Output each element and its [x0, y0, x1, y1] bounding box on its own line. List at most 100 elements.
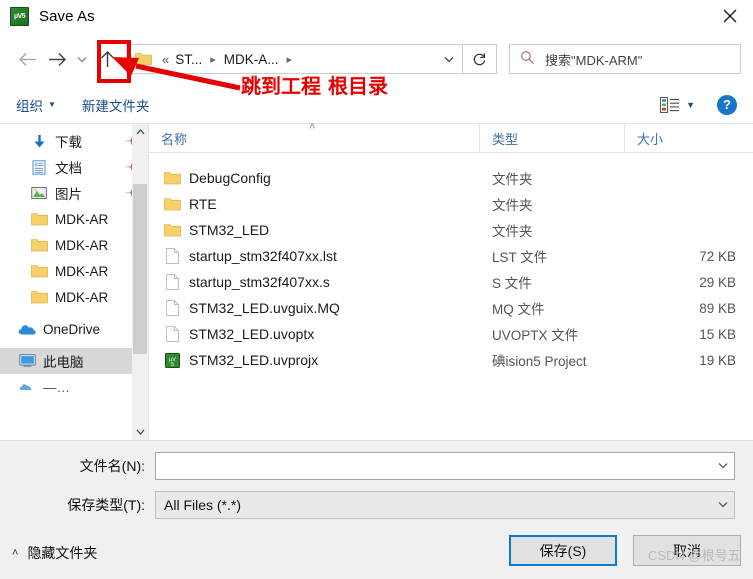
- pictures-icon: [30, 186, 48, 200]
- scrollbar-thumb[interactable]: [133, 184, 147, 354]
- hide-folders-label: 隐藏文件夹: [27, 545, 98, 561]
- table-row[interactable]: DebugConfig 文件夹: [149, 165, 753, 191]
- view-options-button[interactable]: ▼: [686, 100, 695, 110]
- close-button[interactable]: [707, 0, 753, 32]
- sidebar-item-label: MDK-AR: [55, 263, 109, 279]
- up-button[interactable]: [92, 43, 122, 75]
- this-pc-icon: [18, 354, 36, 368]
- file-name: STM32_LED: [189, 222, 270, 238]
- column-header-size-label: 大小: [637, 131, 664, 147]
- file-name-cell: STM32_LED: [149, 222, 480, 238]
- arrow-right-icon: [48, 52, 66, 66]
- help-icon: ?: [723, 97, 731, 112]
- file-type: MQ 文件: [492, 302, 545, 317]
- network-icon: [18, 381, 36, 393]
- new-folder-label: 新建文件夹: [81, 98, 150, 114]
- sidebar-item-mdk-arm-4[interactable]: MDK-AR: [0, 284, 148, 310]
- sidebar-item-mdk-arm-1[interactable]: MDK-AR: [0, 206, 148, 232]
- help-button[interactable]: ?: [717, 94, 737, 115]
- folder-icon: [163, 223, 181, 237]
- file-type: UVOPTX 文件: [492, 328, 579, 343]
- file-icon: [163, 248, 181, 264]
- search-icon: [520, 50, 535, 68]
- table-row[interactable]: RTE 文件夹: [149, 191, 753, 217]
- table-row[interactable]: µV 5 STM32_LED.uvprojx 碘ision5 Project 1…: [149, 347, 753, 373]
- file-list-rows: DebugConfig 文件夹 RTE 文件夹 STM32_LED 文件夹 st…: [149, 153, 753, 440]
- forward-button[interactable]: [42, 43, 72, 75]
- sidebar-item-label: OneDrive: [43, 321, 101, 337]
- filetype-select[interactable]: All Files (*.*): [155, 491, 735, 519]
- table-row[interactable]: startup_stm32f407xx.lst LST 文件 72 KB: [149, 243, 753, 269]
- column-header-type[interactable]: 类型: [480, 124, 625, 152]
- navigation-pane-scrollbar[interactable]: [132, 124, 148, 440]
- dialog-footer: 文件名(N): 保存类型(T): All Files (*.*) ˄ 隐藏文件夹…: [0, 440, 753, 579]
- chevron-down-icon: [444, 56, 454, 62]
- filetype-row: 保存类型(T): All Files (*.*): [0, 491, 753, 519]
- refresh-button[interactable]: [463, 44, 497, 74]
- folder-icon: [30, 290, 48, 304]
- search-box[interactable]: 搜索"MDK-ARM": [509, 44, 741, 74]
- address-bar[interactable]: « ST... ▸ MDK-A... ▸: [126, 44, 463, 74]
- folder-icon: [30, 212, 48, 226]
- sidebar-item-mdk-arm-2[interactable]: MDK-AR: [0, 232, 148, 258]
- breadcrumb-separator-icon[interactable]: ▸: [204, 53, 222, 66]
- column-header-name-label: 名称: [161, 131, 188, 147]
- scroll-down-button[interactable]: [132, 424, 148, 440]
- new-folder-button[interactable]: 新建文件夹: [82, 95, 150, 115]
- file-list-header: 名称 ˄ 类型 大小: [149, 121, 753, 153]
- file-size: 15 KB: [699, 326, 736, 342]
- sidebar-item-label: 图片: [55, 187, 82, 202]
- refresh-icon: [473, 52, 486, 65]
- file-name-cell: µV 5 STM32_LED.uvprojx: [149, 352, 480, 368]
- table-row[interactable]: STM32_LED.uvguix.MQ MQ 文件 89 KB: [149, 295, 753, 321]
- table-row[interactable]: startup_stm32f407xx.s S 文件 29 KB: [149, 269, 753, 295]
- arrow-left-icon: [18, 52, 36, 66]
- search-input[interactable]: 搜索"MDK-ARM": [545, 50, 642, 69]
- sidebar-item-onedrive[interactable]: OneDrive: [0, 316, 148, 342]
- file-type: 碘ision5 Project: [492, 354, 587, 369]
- chevron-down-icon: [77, 56, 87, 62]
- table-row[interactable]: STM32_LED.uvoptx UVOPTX 文件 15 KB: [149, 321, 753, 347]
- sidebar-item-label: MDK-AR: [55, 289, 109, 305]
- filename-input[interactable]: [155, 452, 735, 480]
- filename-row: 文件名(N):: [0, 452, 753, 480]
- dialog-buttons: 保存(S) 取消: [509, 535, 741, 566]
- file-name: startup_stm32f407xx.lst: [189, 248, 337, 264]
- filetype-label: 保存类型(T):: [67, 497, 145, 513]
- breadcrumb-overflow[interactable]: «: [158, 52, 173, 67]
- sidebar-item-documents[interactable]: 文档 📌: [0, 154, 148, 180]
- file-type: LST 文件: [492, 250, 548, 265]
- breadcrumb-item-0[interactable]: ST...: [173, 52, 204, 67]
- scroll-up-button[interactable]: [132, 124, 148, 140]
- back-button[interactable]: [12, 43, 42, 75]
- save-button[interactable]: 保存(S): [509, 535, 617, 566]
- filename-dropdown-button[interactable]: [712, 461, 734, 472]
- sidebar-item-downloads[interactable]: 下载 📌: [0, 128, 148, 154]
- organize-button[interactable]: 组织 ▼: [16, 95, 56, 115]
- filetype-dropdown-button[interactable]: [712, 500, 734, 511]
- recent-locations-button[interactable]: [72, 43, 92, 75]
- sidebar-item-partial[interactable]: —…: [0, 374, 148, 400]
- close-icon: [723, 9, 737, 23]
- column-header-size[interactable]: 大小: [625, 124, 753, 152]
- file-icon: [163, 300, 181, 316]
- sidebar-item-mdk-arm-3[interactable]: MDK-AR: [0, 258, 148, 284]
- breadcrumb-item-1[interactable]: MDK-A...: [222, 52, 281, 67]
- file-name-cell: STM32_LED.uvoptx: [149, 326, 480, 342]
- file-list-pane: 名称 ˄ 类型 大小 DebugConfig 文件夹 RTE 文件夹 STM32…: [149, 121, 753, 440]
- sidebar-item-pictures[interactable]: 图片 📌: [0, 180, 148, 206]
- cancel-button[interactable]: 取消: [633, 535, 741, 566]
- breadcrumb-separator-icon[interactable]: ▸: [281, 53, 299, 66]
- file-name: startup_stm32f407xx.s: [189, 274, 330, 290]
- address-dropdown-button[interactable]: [436, 45, 462, 73]
- app-icon-text: µV5: [13, 12, 26, 20]
- table-row[interactable]: STM32_LED 文件夹: [149, 217, 753, 243]
- hide-folders-button[interactable]: ˄ 隐藏文件夹: [12, 543, 97, 563]
- file-type: S 文件: [492, 276, 532, 291]
- chevron-up-icon: [136, 129, 144, 135]
- folder-icon: [135, 51, 152, 68]
- file-name: STM32_LED.uvoptx: [189, 326, 315, 342]
- list-view-icon[interactable]: [660, 96, 680, 113]
- sidebar-item-this-pc[interactable]: 此电脑: [0, 348, 148, 374]
- column-header-name[interactable]: 名称 ˄: [149, 121, 480, 152]
